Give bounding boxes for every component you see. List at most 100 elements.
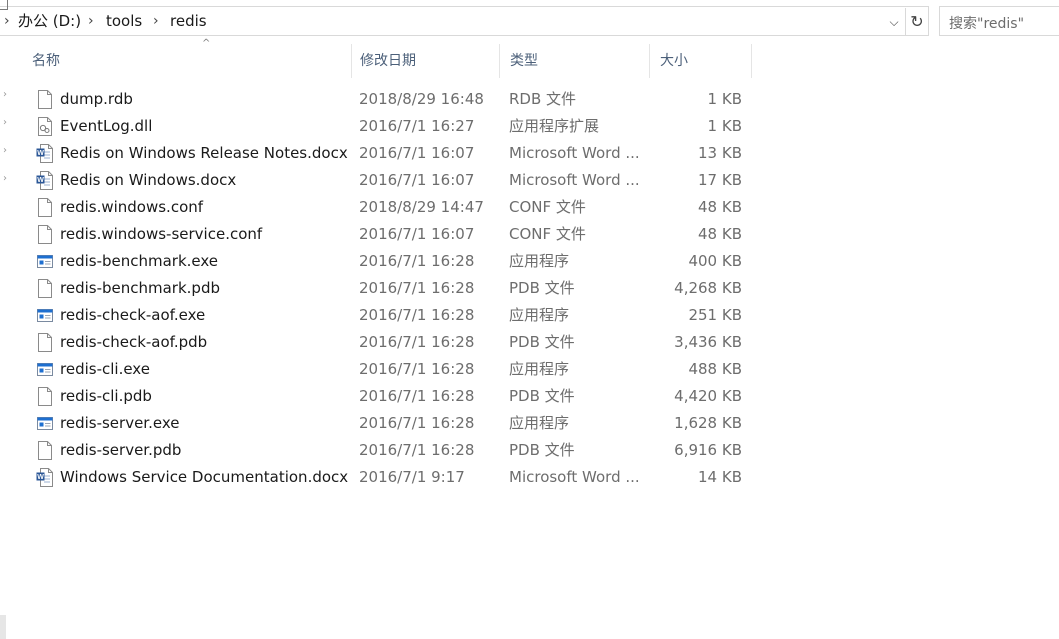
nav-expand-icon[interactable]: › xyxy=(3,118,7,128)
file-modified-date: 2018/8/29 16:48 xyxy=(359,90,484,108)
file-name[interactable]: dump.rdb xyxy=(60,86,350,113)
pane-corner-mark xyxy=(0,0,8,10)
breadcrumb-redis[interactable]: redis xyxy=(170,12,207,30)
file-type: Microsoft Word ... xyxy=(509,468,640,486)
file-size: 488 KB xyxy=(688,360,742,378)
file-name[interactable]: redis-check-aof.pdb xyxy=(60,329,350,356)
word-doc-icon: W xyxy=(36,467,54,488)
column-header-type[interactable]: 类型 xyxy=(500,44,650,78)
file-size: 17 KB xyxy=(698,171,742,189)
exe-icon xyxy=(36,305,54,326)
file-modified-date: 2016/7/1 16:07 xyxy=(359,144,475,162)
file-size: 48 KB xyxy=(698,225,742,243)
file-modified-date: 2016/7/1 9:17 xyxy=(359,468,465,486)
file-type: Microsoft Word ... xyxy=(509,144,640,162)
file-type: CONF 文件 xyxy=(509,225,586,243)
file-name[interactable]: redis-check-aof.exe xyxy=(60,302,350,329)
file-name[interactable]: Redis on Windows.docx xyxy=(60,167,350,194)
file-type: PDB 文件 xyxy=(509,279,575,297)
file-name[interactable]: redis-benchmark.exe xyxy=(60,248,350,275)
file-modified-date: 2016/7/1 16:28 xyxy=(359,333,475,351)
file-name[interactable]: redis-server.pdb xyxy=(60,437,350,464)
nav-expand-icon[interactable]: › xyxy=(3,174,7,184)
address-expand-icon[interactable]: › xyxy=(4,13,10,29)
file-size: 14 KB xyxy=(698,468,742,486)
file-size: 251 KB xyxy=(688,306,742,324)
nav-scrollbar[interactable] xyxy=(0,615,6,639)
file-modified-date: 2016/7/1 16:27 xyxy=(359,117,475,135)
word-doc-icon: W xyxy=(36,170,54,191)
refresh-icon[interactable]: ↻ xyxy=(905,8,928,36)
file-row[interactable]: redis.windows-service.conf 2016/7/1 16:07… xyxy=(22,221,752,248)
column-header-name[interactable]: 名称 xyxy=(22,44,352,78)
file-row[interactable]: redis-check-aof.pdb 2016/7/1 16:28 PDB 文件 3… xyxy=(22,329,752,356)
file-name[interactable]: EventLog.dll xyxy=(60,113,350,140)
file-row[interactable]: redis-server.exe 2016/7/1 16:28 应用程序 1,628 … xyxy=(22,410,752,437)
file-size: 400 KB xyxy=(688,252,742,270)
file-row[interactable]: redis-check-aof.exe 2016/7/1 16:28 应用程序 251… xyxy=(22,302,752,329)
breadcrumb-drive[interactable]: 办公 (D:) xyxy=(18,12,81,30)
file-name[interactable]: redis-benchmark.pdb xyxy=(60,275,350,302)
file-modified-date: 2016/7/1 16:28 xyxy=(359,252,475,270)
file-size: 13 KB xyxy=(698,144,742,162)
file-type: CONF 文件 xyxy=(509,198,586,216)
svg-text:W: W xyxy=(37,177,44,184)
file-row[interactable]: redis-server.pdb 2016/7/1 16:28 PDB 文件 6,91… xyxy=(22,437,752,464)
column-header-date[interactable]: 修改日期 xyxy=(350,44,500,78)
file-type: PDB 文件 xyxy=(509,387,575,405)
word-doc-icon: W xyxy=(36,143,54,164)
file-name[interactable]: redis-server.exe xyxy=(60,410,350,437)
file-row[interactable]: redis-benchmark.exe 2016/7/1 16:28 应用程序 400… xyxy=(22,248,752,275)
file-size: 4,268 KB xyxy=(674,279,742,297)
nav-expand-icon[interactable]: › xyxy=(3,146,7,156)
file-explorer-window: › 办公 (D:) › tools › redis ⌵ ↻ 搜索"redis" … xyxy=(0,0,1059,639)
file-size: 48 KB xyxy=(698,198,742,216)
file-size: 1 KB xyxy=(707,117,742,135)
search-placeholder: 搜索"redis" xyxy=(949,16,1025,32)
file-row[interactable]: redis.windows.conf 2018/8/29 14:47 CONF 文件… xyxy=(22,194,752,221)
file-size: 3,436 KB xyxy=(674,333,742,351)
file-row[interactable]: EventLog.dll 2016/7/1 16:27 应用程序扩展 1 KB xyxy=(22,113,752,140)
svg-text:W: W xyxy=(37,150,44,157)
exe-icon xyxy=(36,251,54,272)
address-bar: › 办公 (D:) › tools › redis ⌵ ↻ 搜索"redis" xyxy=(0,6,1059,36)
file-name[interactable]: redis.windows-service.conf xyxy=(60,221,350,248)
file-type: 应用程序 xyxy=(509,414,570,432)
nav-expand-icon[interactable]: › xyxy=(3,90,7,100)
file-modified-date: 2016/7/1 16:28 xyxy=(359,306,475,324)
column-header-size[interactable]: 大小 xyxy=(650,44,752,78)
file-name[interactable]: redis-cli.pdb xyxy=(60,383,350,410)
file-size: 1,628 KB xyxy=(674,414,742,432)
file-row[interactable]: W Redis on Windows.docx 2016/7/1 16:07 Micr… xyxy=(22,167,752,194)
file-row[interactable]: redis-cli.pdb 2016/7/1 16:28 PDB 文件 4,420 K… xyxy=(22,383,752,410)
breadcrumb-tools[interactable]: tools xyxy=(106,12,142,30)
file-name[interactable]: Redis on Windows Release Notes.docx xyxy=(60,140,350,167)
exe-icon xyxy=(36,359,54,380)
file-modified-date: 2016/7/1 16:28 xyxy=(359,279,475,297)
breadcrumb-separator-icon[interactable]: › xyxy=(88,13,94,29)
file-row[interactable]: W Windows Service Documentation.docx 2016/… xyxy=(22,464,752,491)
file-size: 1 KB xyxy=(707,90,742,108)
exe-icon xyxy=(36,413,54,434)
file-row[interactable]: W Redis on Windows Release Notes.docx 2016… xyxy=(22,140,752,167)
address-box[interactable]: › 办公 (D:) › tools › redis ⌵ ↻ xyxy=(0,6,929,36)
file-row[interactable]: redis-cli.exe 2016/7/1 16:28 应用程序 488 KB xyxy=(22,356,752,383)
address-history-dropdown-icon[interactable]: ⌵ xyxy=(884,13,904,31)
file-icon xyxy=(36,386,54,407)
breadcrumb-separator-icon[interactable]: › xyxy=(153,13,159,29)
file-name[interactable]: Windows Service Documentation.docx xyxy=(60,464,350,491)
file-modified-date: 2016/7/1 16:07 xyxy=(359,225,475,243)
file-name[interactable]: redis.windows.conf xyxy=(60,194,350,221)
file-type: 应用程序 xyxy=(509,252,570,270)
column-headers: ^ 名称 修改日期 类型 大小 xyxy=(22,38,752,78)
file-type: PDB 文件 xyxy=(509,441,575,459)
file-modified-date: 2016/7/1 16:28 xyxy=(359,360,475,378)
file-list: dump.rdb 2018/8/29 16:48 RDB 文件 1 KB EventLo… xyxy=(22,86,752,491)
file-name[interactable]: redis-cli.exe xyxy=(60,356,350,383)
search-input[interactable]: 搜索"redis" xyxy=(939,6,1059,36)
file-icon xyxy=(36,278,54,299)
svg-text:W: W xyxy=(37,474,44,481)
file-modified-date: 2016/7/1 16:07 xyxy=(359,171,475,189)
file-row[interactable]: redis-benchmark.pdb 2016/7/1 16:28 PDB 文件 4… xyxy=(22,275,752,302)
file-row[interactable]: dump.rdb 2018/8/29 16:48 RDB 文件 1 KB xyxy=(22,86,752,113)
